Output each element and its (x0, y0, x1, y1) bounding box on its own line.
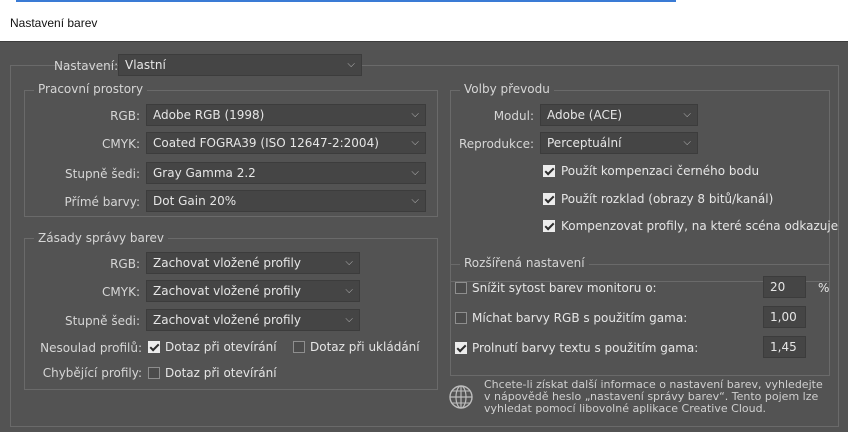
pol-rgb-label: RGB: (110, 257, 140, 271)
mismatch-ask-save-checkbox[interactable] (293, 341, 305, 353)
ws-gray-value: Gray Gamma 2.2 (153, 166, 256, 180)
settings-label: Nastavení: (54, 59, 119, 73)
info-text: Chcete-li získat další informace o nasta… (484, 379, 824, 415)
ws-rgb-select[interactable]: Adobe RGB (1998) ⌵ (146, 104, 426, 126)
chevron-down-icon: ⌵ (411, 137, 419, 148)
mismatch-ask-save-label[interactable]: Dotaz při ukládání (310, 340, 420, 354)
ws-rgb-value: Adobe RGB (1998) (153, 108, 265, 122)
title-accent (16, 0, 676, 2)
pol-rgb-select[interactable]: Zachovat vložené profily ⌵ (146, 252, 360, 274)
ws-rgb-label: RGB: (110, 109, 140, 123)
engine-value: Adobe (ACE) (547, 108, 623, 122)
chevron-down-icon: ⌵ (345, 314, 353, 325)
chevron-down-icon: ⌵ (683, 109, 691, 120)
ws-spot-select[interactable]: Dot Gain 20% ⌵ (146, 190, 426, 212)
intent-label: Reprodukce: (458, 137, 534, 151)
chevron-down-icon: ⌵ (683, 137, 691, 148)
ws-spot-label: Přímé barvy: (64, 195, 140, 209)
chevron-down-icon: ⌵ (411, 167, 419, 178)
advanced-title: Rozšířená nastavení (460, 256, 589, 270)
ws-gray-label: Stupně šedi: (65, 167, 140, 181)
bpc-label[interactable]: Použít kompenzaci černého bodu (561, 164, 759, 178)
mismatch-ask-open-label[interactable]: Dotaz při otevírání (165, 340, 277, 354)
chevron-down-icon: ⌵ (411, 195, 419, 206)
ws-gray-select[interactable]: Gray Gamma 2.2 ⌵ (146, 162, 426, 184)
ws-cmyk-label: CMYK: (102, 137, 140, 151)
intent-select[interactable]: Perceptuální ⌵ (540, 132, 698, 154)
mismatch-ask-open-checkbox[interactable] (148, 341, 160, 353)
conversion-title: Volby převodu (460, 82, 554, 96)
chevron-down-icon: ⌵ (345, 257, 353, 268)
pol-cmyk-select[interactable]: Zachovat vložené profily ⌵ (146, 280, 360, 302)
ws-cmyk-select[interactable]: Coated FOGRA39 (ISO 12647-2:2004) ⌵ (146, 132, 426, 154)
dither-checkbox[interactable] (543, 193, 555, 205)
window-title: Nastavení barev (10, 16, 98, 30)
desaturate-label[interactable]: Snížit sytost barev monitoru o: (472, 281, 657, 295)
settings-select[interactable]: Vlastní ⌵ (118, 54, 362, 76)
blend-text-checkbox[interactable] (455, 342, 467, 354)
pol-rgb-value: Zachovat vložené profily (153, 256, 301, 270)
desaturate-checkbox[interactable] (455, 282, 467, 294)
blend-text-label[interactable]: Prolnutí barvy textu s použitím gama: (472, 341, 698, 355)
settings-select-value: Vlastní (125, 58, 166, 72)
globe-icon (449, 385, 473, 409)
color-settings-dialog: Nastavení: Vlastní ⌵ Pracovní prostory R… (0, 42, 848, 432)
title-bar: Nastavení barev (0, 0, 848, 42)
engine-label: Modul: (493, 109, 534, 123)
policies-title: Zásady správy barev (34, 231, 169, 245)
missing-ask-open-label[interactable]: Dotaz při otevírání (165, 366, 277, 380)
pol-gray-value: Zachovat vložené profily (153, 313, 301, 327)
engine-select[interactable]: Adobe (ACE) ⌵ (540, 104, 698, 126)
pol-gray-label: Stupně šedi: (65, 314, 140, 328)
mismatch-label: Nesoulad profilů: (40, 341, 142, 355)
blend-rgb-input[interactable]: 1,00 (763, 306, 806, 328)
compensate-label[interactable]: Kompenzovat profily, na které scéna odka… (561, 219, 838, 233)
chevron-down-icon: ⌵ (345, 285, 353, 296)
dither-label[interactable]: Použít rozklad (obrazy 8 bitů/kanál) (561, 192, 773, 206)
pol-cmyk-value: Zachovat vložené profily (153, 284, 301, 298)
chevron-down-icon: ⌵ (411, 109, 419, 120)
desaturate-input[interactable]: 20 (763, 276, 806, 298)
intent-value: Perceptuální (547, 136, 622, 150)
missing-ask-open-checkbox[interactable] (148, 367, 160, 379)
ws-spot-value: Dot Gain 20% (153, 194, 237, 208)
blend-rgb-checkbox[interactable] (455, 312, 467, 324)
ws-cmyk-value: Coated FOGRA39 (ISO 12647-2:2004) (153, 136, 379, 150)
bpc-checkbox[interactable] (543, 165, 555, 177)
pol-cmyk-label: CMYK: (102, 285, 140, 299)
pol-gray-select[interactable]: Zachovat vložené profily ⌵ (146, 309, 360, 331)
missing-label: Chybějící profily: (42, 366, 142, 380)
compensate-checkbox[interactable] (543, 220, 555, 232)
working-spaces-title: Pracovní prostory (34, 82, 148, 96)
info-line-3: vyhledat pomocí libovolné aplikace Creat… (484, 402, 767, 415)
blend-rgb-label[interactable]: Míchat barvy RGB s použitím gama: (472, 311, 687, 325)
desaturate-unit: % (818, 281, 830, 295)
chevron-down-icon: ⌵ (347, 59, 355, 70)
blend-text-input[interactable]: 1,45 (763, 336, 806, 358)
